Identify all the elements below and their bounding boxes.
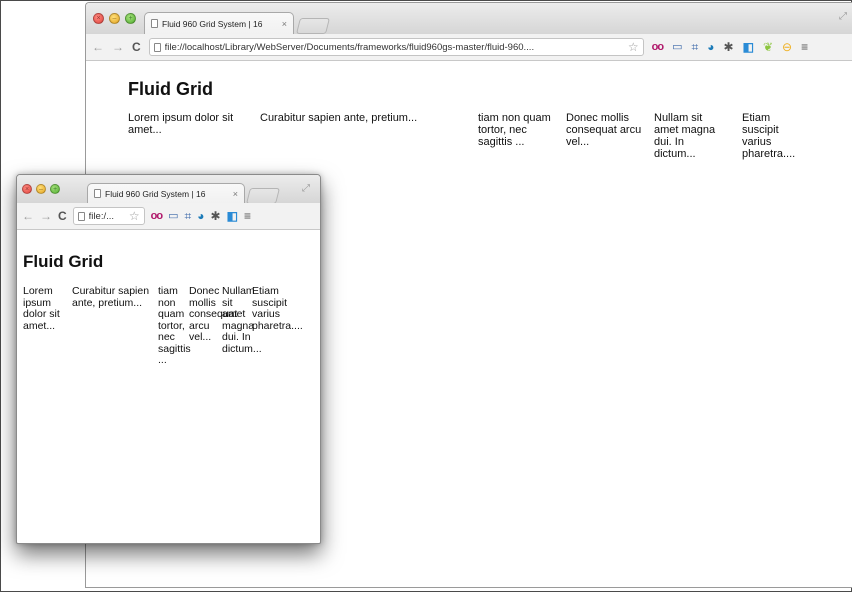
- glasses-extension-icon[interactable]: oo: [652, 41, 664, 53]
- close-window-button[interactable]: ×: [22, 184, 32, 194]
- grid-column-3: tiam non quam tortor, nec sagittis ...: [478, 112, 551, 148]
- grid-column-1: Lorem ipsum dolor sit amet...: [23, 285, 60, 332]
- window-controls: × – +: [93, 13, 136, 24]
- screenshot-crop-icon[interactable]: ⌗: [185, 210, 192, 222]
- minimize-window-button[interactable]: –: [36, 184, 46, 194]
- url-text[interactable]: file://localhost/Library/WebServer/Docum…: [165, 42, 624, 53]
- tab-title: Fluid 960 Grid System | 16: [162, 18, 263, 29]
- back-arrow-icon[interactable]: ←: [92, 41, 104, 53]
- blue-extension-icon[interactable]: ◧: [743, 41, 754, 53]
- fullscreen-icon[interactable]: ⤢: [839, 11, 847, 22]
- grid-column-6: Etiam suscipit varius pharetra....: [252, 285, 303, 332]
- gear-icon[interactable]: ✱: [211, 210, 221, 222]
- grid-column-4: Donec mollis consequat arcu vel...: [189, 285, 238, 343]
- window-controls: × – +: [22, 184, 60, 194]
- screenshot-crop-icon[interactable]: ⌗: [692, 41, 699, 53]
- new-tab-button[interactable]: [296, 18, 330, 34]
- title-bar: × – + Fluid 960 Grid System | 16 × ⤢: [86, 3, 852, 34]
- address-bar[interactable]: file://localhost/Library/WebServer/Docum…: [148, 38, 644, 56]
- minimize-window-button[interactable]: –: [109, 13, 120, 24]
- browser-tab[interactable]: Fluid 960 Grid System | 16 ×: [87, 183, 245, 203]
- bookmark-star-icon[interactable]: ☆: [129, 209, 140, 223]
- forward-arrow-icon[interactable]: →: [112, 41, 124, 53]
- browser-toolbar: ← → C file:/... ☆ oo ▭ ⌗ ◕ ✱ ◧ ≡: [17, 203, 320, 230]
- grid-column-2: Curabitur sapien ante, pretium...: [260, 112, 418, 124]
- menu-icon[interactable]: ≡: [801, 41, 808, 53]
- new-tab-button[interactable]: [246, 188, 280, 204]
- menu-icon[interactable]: ≡: [244, 210, 251, 222]
- page-icon: [151, 19, 158, 28]
- grid-column-2: Curabitur sapien ante, pretium...: [72, 285, 150, 309]
- grid-column-3: tiam non quam tortor, nec sagittis ...: [158, 285, 191, 366]
- extension-icons: oo ▭ ⌗ ◕ ✱ ◧ ≡: [151, 210, 251, 222]
- bookmark-star-icon[interactable]: ☆: [628, 40, 639, 54]
- page-title: Fluid Grid: [23, 252, 104, 271]
- browser-tab[interactable]: Fluid 960 Grid System | 16 ×: [144, 12, 294, 34]
- page-icon: [153, 42, 161, 52]
- title-bar: × – + Fluid 960 Grid System | 16 × ⤢: [17, 175, 320, 204]
- fullscreen-icon[interactable]: ⤢: [302, 183, 310, 194]
- page-icon: [94, 189, 101, 198]
- grid-column-5: Nullam sit amet magna dui. In dictum...: [654, 112, 716, 160]
- reload-icon[interactable]: C: [132, 41, 141, 53]
- page-icon: [77, 211, 85, 221]
- tab-title: Fluid 960 Grid System | 16: [105, 188, 206, 199]
- blue-extension-icon[interactable]: ◧: [227, 210, 238, 222]
- grid-column-4: Donec mollis consequat arcu vel...: [566, 112, 642, 148]
- browser-toolbar: ← → C file://localhost/Library/WebServer…: [86, 34, 852, 61]
- forward-arrow-icon[interactable]: →: [40, 210, 52, 222]
- gear-icon[interactable]: ✱: [724, 41, 734, 53]
- tab-close-icon[interactable]: ×: [233, 189, 238, 199]
- browser-window-small: × – + Fluid 960 Grid System | 16 × ⤢ ← →…: [16, 174, 321, 544]
- glasses-extension-icon[interactable]: oo: [151, 210, 163, 222]
- close-window-button[interactable]: ×: [93, 13, 104, 24]
- extension-icons: oo ▭ ⌗ ◕ ✱ ◧ ❦ ⊖ ≡: [652, 41, 808, 53]
- back-arrow-icon[interactable]: ←: [22, 210, 34, 222]
- tab-close-icon[interactable]: ×: [282, 19, 287, 29]
- key-extension-icon[interactable]: ⊖: [782, 41, 792, 53]
- leaf-extension-icon[interactable]: ❦: [763, 41, 773, 53]
- reload-icon[interactable]: C: [58, 210, 67, 222]
- window-resizer-icon[interactable]: ▭: [672, 41, 682, 53]
- window-resizer-icon[interactable]: ▭: [168, 210, 178, 222]
- zoom-window-button[interactable]: +: [125, 13, 136, 24]
- grid-column-5: Nullam sit amet magna dui. In dictum...: [222, 285, 262, 355]
- address-bar[interactable]: file:/... ☆: [72, 207, 145, 225]
- grid-column-1: Lorem ipsum dolor sit amet...: [128, 112, 234, 136]
- zoom-window-button[interactable]: +: [50, 184, 60, 194]
- page-title: Fluid Grid: [128, 79, 213, 99]
- chrome-extension-icon[interactable]: ◕: [707, 41, 714, 53]
- chrome-extension-icon[interactable]: ◕: [197, 210, 204, 222]
- grid-column-6: Etiam suscipit varius pharetra....: [742, 112, 796, 160]
- url-text[interactable]: file:/...: [89, 211, 125, 222]
